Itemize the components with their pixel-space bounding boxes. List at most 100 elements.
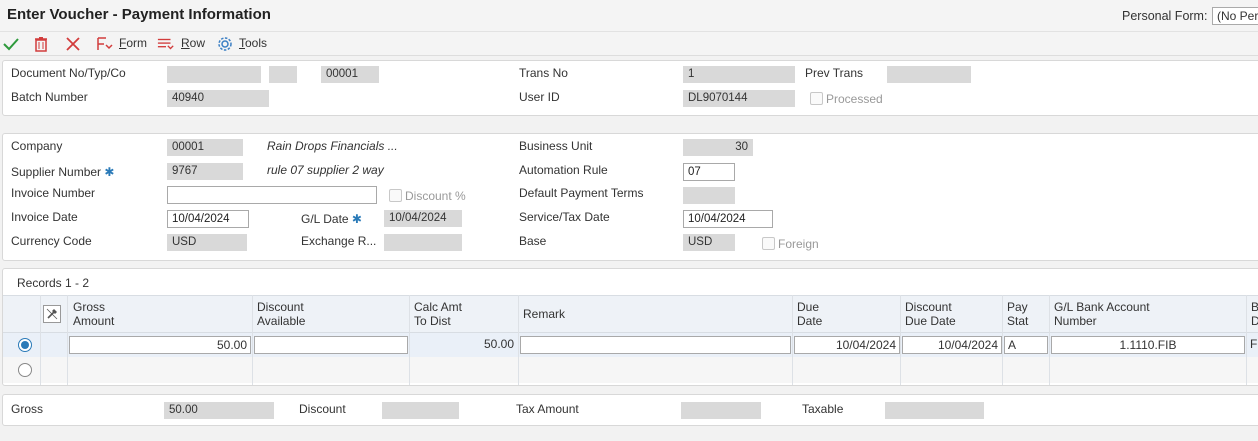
supplier-name: rule 07 supplier 2 way (267, 163, 384, 177)
col-remark[interactable]: Remark (523, 307, 565, 321)
company-label: Company (11, 139, 63, 153)
ok-check-icon[interactable] (2, 35, 20, 53)
col-gl-bank-account[interactable]: G/L Bank Account Number (1054, 300, 1150, 328)
invoice-number-label: Invoice Number (11, 186, 96, 200)
discount-total-label: Discount (299, 402, 346, 416)
col-divider (67, 295, 68, 385)
gross-total-field: 50.00 (164, 402, 274, 419)
col-divider (1246, 295, 1247, 385)
automation-rule-input[interactable]: 07 (683, 163, 735, 181)
row-select-radio[interactable] (18, 338, 32, 352)
row-select-radio[interactable] (18, 363, 32, 377)
detail-grid: Records 1 - 2 Gross Amount Discount Availa… (2, 268, 1258, 386)
col-divider (40, 295, 41, 385)
col-calc-amt[interactable]: Calc Amt To Dist (414, 300, 462, 328)
voucher-detail-panel: Company 00001 Rain Drops Financials ... … (2, 133, 1258, 261)
processed-label: Processed (826, 92, 883, 106)
payment-terms-label: Default Payment Terms (519, 186, 644, 200)
col-divider (252, 295, 253, 385)
prev-trans-field (887, 66, 971, 83)
col-divider (409, 295, 410, 385)
user-id-field: DL9070144 (683, 90, 795, 107)
gross-amount-input[interactable]: 50.00 (69, 336, 251, 354)
col-truncated[interactable]: BD (1251, 300, 1258, 328)
foreign-checkbox[interactable] (762, 237, 775, 250)
exchange-rate-label: Exchange R... (301, 234, 377, 248)
service-tax-date-input[interactable]: 10/04/2024 (683, 210, 773, 228)
discount-pct-checkbox[interactable] (389, 189, 402, 202)
foreign-label: Foreign (778, 237, 819, 251)
trans-no-field: 1 (683, 66, 795, 83)
invoice-date-input[interactable]: 10/04/2024 (167, 210, 249, 228)
pay-stat-input[interactable]: A (1004, 336, 1048, 354)
trans-no-label: Trans No (519, 66, 568, 80)
gross-total-label: Gross (11, 402, 44, 416)
base-currency-field: USD (683, 234, 735, 251)
col-gross-amount[interactable]: Gross Amount (73, 300, 114, 328)
business-unit-field: 30 (683, 139, 753, 156)
supplier-number-field: 9767 (167, 163, 243, 180)
title-bar: Enter Voucher - Payment Information Pers… (0, 0, 1258, 32)
document-no-field (167, 66, 261, 83)
toolbar: Form Row Tools (0, 32, 1258, 56)
row-menu-icon[interactable] (157, 35, 175, 53)
required-star-icon: ✱ (351, 212, 362, 226)
grid-header: Gross Amount Discount Available Calc Amt To… (3, 295, 1258, 333)
personal-form-select[interactable]: (No Pers (1212, 7, 1258, 25)
customize-grid-icon[interactable] (43, 305, 61, 323)
totals-panel: Gross 50.00 Discount Tax Amount Taxable (2, 394, 1258, 426)
header-panel: Document No/Typ/Co 00001 Trans No 1 Prev… (2, 60, 1258, 116)
batch-number-label: Batch Number (11, 90, 88, 104)
gl-date-label: G/L Date ✱ (301, 212, 362, 226)
company-field: 00001 (167, 139, 243, 156)
discount-available-input[interactable] (254, 336, 408, 354)
currency-code-label: Currency Code (11, 234, 92, 248)
records-count: Records 1 - 2 (17, 276, 90, 290)
page-title: Enter Voucher - Payment Information (7, 6, 271, 23)
col-due-date[interactable]: Due Date (797, 300, 822, 328)
form-menu-button[interactable]: Form (119, 36, 147, 50)
table-row[interactable]: 50.00 50.00 10/04/2024 10/04/2024 A 1.11… (3, 333, 1258, 357)
tools-gear-icon[interactable] (216, 35, 234, 53)
due-date-input[interactable]: 10/04/2024 (794, 336, 900, 354)
col-discount-available[interactable]: Discount Available (257, 300, 305, 328)
remark-input[interactable] (520, 336, 791, 354)
document-co-field: 00001 (321, 66, 379, 83)
gl-bank-account-input[interactable]: 1.1110.FIB (1051, 336, 1245, 354)
payment-terms-field (683, 187, 735, 204)
exchange-rate-field (384, 234, 462, 251)
discount-total-field (382, 402, 459, 419)
user-id-label: User ID (519, 90, 560, 104)
col-divider (1049, 295, 1050, 385)
tools-menu-button[interactable]: Tools (239, 36, 267, 50)
col-divider (518, 295, 519, 385)
col-pay-stat[interactable]: Pay Stat (1007, 300, 1028, 328)
taxable-field (885, 402, 984, 419)
delete-trash-icon[interactable] (32, 35, 50, 53)
personal-form-label: Personal Form: (1122, 9, 1208, 23)
truncated-cell: Fi (1250, 337, 1258, 351)
automation-rule-label: Automation Rule (519, 163, 608, 177)
col-discount-due-date[interactable]: Discount Due Date (905, 300, 956, 328)
processed-checkbox[interactable] (810, 92, 823, 105)
table-row[interactable] (3, 357, 1258, 383)
tax-amount-label: Tax Amount (516, 402, 579, 416)
business-unit-label: Business Unit (519, 139, 593, 153)
base-label: Base (519, 234, 547, 248)
required-star-icon: ✱ (104, 165, 115, 179)
cancel-x-icon[interactable] (64, 35, 82, 53)
form-menu-icon[interactable] (96, 35, 114, 53)
row-menu-button[interactable]: Row (181, 36, 205, 50)
col-divider (792, 295, 793, 385)
currency-code-field: USD (167, 234, 247, 251)
discount-due-date-input[interactable]: 10/04/2024 (902, 336, 1002, 354)
batch-number-field: 40940 (167, 90, 269, 107)
discount-pct-label: Discount % (405, 189, 466, 203)
supplier-number-label: Supplier Number ✱ (11, 165, 115, 179)
document-type-field (269, 66, 297, 83)
company-name: Rain Drops Financials ... (267, 139, 398, 153)
col-divider (1002, 295, 1003, 385)
invoice-number-input[interactable] (167, 186, 377, 204)
calc-amt-cell: 50.00 (483, 337, 514, 351)
service-tax-date-label: Service/Tax Date (519, 210, 610, 224)
